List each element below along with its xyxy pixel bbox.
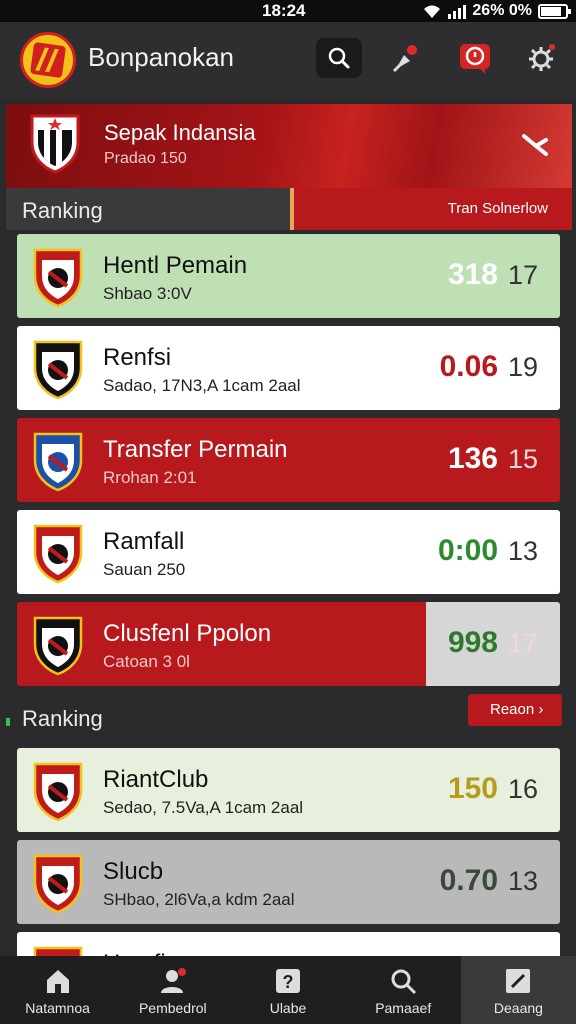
club-crest-icon (33, 248, 83, 308)
row-subtitle: Sauan 250 (103, 560, 186, 579)
nav-item-5[interactable]: Deaang (460, 956, 576, 1024)
row-subtitle: Sadao, 17N3,A 1cam 2aal (103, 376, 301, 395)
row-name: Renfsi (103, 344, 172, 371)
row-name: Ramfall (103, 528, 185, 555)
row-score: 0.70 (439, 864, 498, 897)
row-count: 17 (507, 628, 538, 658)
row-score: 998 (447, 626, 498, 659)
search-button[interactable] (316, 38, 362, 78)
row-count: 15 (507, 444, 538, 474)
signal-icon (448, 4, 467, 19)
alarm-icon (460, 44, 490, 74)
alert-button[interactable] (452, 38, 498, 78)
club-crest-icon (33, 854, 83, 914)
section-title: Ranking (22, 198, 103, 223)
share-arrow-icon[interactable] (520, 130, 554, 160)
club-crest-icon (33, 432, 83, 492)
tab-transfer[interactable]: Tran Solnerlow (290, 188, 572, 230)
ranking-row[interactable]: Ramfall Sauan 250 0:00 13 (17, 510, 560, 594)
nav-label: Natamnoa (25, 1000, 90, 1016)
status-bar: 18:24 26% 0% (0, 0, 576, 22)
row-score: 150 (447, 772, 498, 805)
ranking-row[interactable]: Transfer Permain Rrohan 2:01 136 15 (17, 418, 560, 502)
banner-subtitle: Pradao 150 (104, 150, 187, 167)
club-crest-icon (33, 340, 83, 400)
nav-item-1[interactable]: Natamnoa (0, 956, 115, 1024)
row-count: 16 (507, 774, 538, 804)
more-button[interactable]: Reaon › (468, 694, 562, 726)
ranking-row[interactable]: Hentl Pemain Shbao 3:0V 318 17 (17, 234, 560, 318)
person-notification-icon (160, 968, 186, 993)
app-header: Bonpanokan (0, 22, 576, 98)
ranking-section-header: Ranking Tran Solnerlow (6, 188, 572, 230)
ranking-row[interactable]: Slucb SHbao, 2l6Va,a kdm 2aal 0.70 13 (17, 840, 560, 924)
nav-item-4[interactable]: Pamaaef (346, 956, 461, 1024)
status-time: 18:24 (262, 1, 306, 20)
row-subtitle: Sedao, 7.5Va,A 1cam 2aal (103, 798, 304, 817)
svg-text:?: ? (283, 972, 294, 992)
row-score: 0:00 (437, 534, 498, 567)
bottom-navigation: Natamnoa Pembedrol? Ulabe Pamaaef Deaang (0, 956, 576, 1024)
app-logo[interactable] (20, 32, 76, 88)
more-button-label: Reaon › (490, 701, 544, 718)
row-subtitle: Rrohan 2:01 (103, 468, 197, 487)
edit-icon (506, 969, 531, 993)
indicator-dot (6, 718, 10, 726)
home-icon (46, 970, 69, 993)
search-icon (391, 969, 417, 995)
row-subtitle: SHbao, 2l6Va,a kdm 2aal (103, 890, 295, 909)
nav-label: Ulabe (269, 1000, 307, 1016)
row-score: 0.06 (439, 350, 498, 383)
wifi-icon (424, 5, 441, 18)
nav-label: Pamaaef (375, 1000, 432, 1016)
row-subtitle: Catoan 3 0l (103, 652, 190, 671)
nav-item-2[interactable]: Pembedrol (115, 956, 230, 1024)
tab-label: Tran Solnerlow (447, 200, 548, 217)
nav-item-3[interactable]: ? Ulabe (230, 956, 345, 1024)
section-title: Ranking (22, 706, 103, 731)
ranking-row[interactable]: Clusfenl Ppolon Catoan 3 0l 998 17 (17, 602, 560, 686)
club-crest-icon (30, 114, 80, 174)
row-score: 136 (447, 442, 498, 475)
row-name: Slucb (103, 858, 164, 885)
row-name: RiantClub (103, 766, 209, 793)
row-count: 17 (507, 260, 538, 290)
settings-button[interactable] (518, 38, 564, 78)
gear-icon (529, 44, 555, 71)
banner-title: Sepak Indansia (104, 120, 256, 145)
row-count: 13 (507, 866, 538, 896)
ranking-section-header-2: Ranking Reaon › (6, 694, 572, 740)
search-icon (328, 47, 350, 69)
club-crest-icon (33, 762, 83, 822)
ranking-row[interactable]: Renfsi Sadao, 17N3,A 1cam 2aal 0.06 19 (17, 326, 560, 410)
row-count: 13 (507, 536, 538, 566)
pin-notification-icon (392, 45, 417, 73)
club-crest-icon (33, 524, 83, 584)
battery-percent: 26% 0% (472, 2, 532, 19)
nav-label: Pembedrol (138, 1000, 207, 1016)
ranking-row[interactable]: RiantClub Sedao, 7.5Va,A 1cam 2aal 150 16 (17, 748, 560, 832)
notification-button[interactable] (382, 38, 428, 78)
club-crest-icon (33, 616, 83, 676)
row-name: Clusfenl Ppolon (103, 620, 272, 647)
row-name: Hentl Pemain (103, 252, 248, 279)
battery-icon (538, 3, 571, 19)
app-title: Bonpanokan (88, 42, 235, 72)
row-subtitle: Shbao 3:0V (103, 284, 192, 303)
row-name: Transfer Permain (103, 436, 288, 463)
question-card-icon: ? (276, 969, 300, 993)
featured-league-banner[interactable]: Sepak Indansia Pradao 150 (6, 104, 572, 188)
nav-label: Deaang (493, 1000, 543, 1016)
row-score: 318 (447, 258, 498, 291)
row-count: 19 (507, 352, 538, 382)
